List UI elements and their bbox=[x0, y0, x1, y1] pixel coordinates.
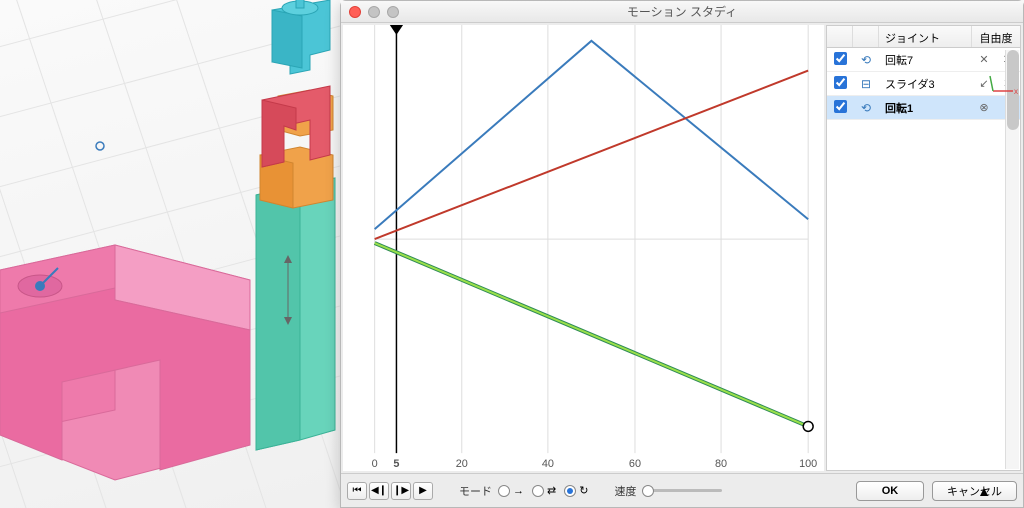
speed-label: 速度 bbox=[614, 483, 636, 499]
mode-label: モード bbox=[459, 483, 492, 499]
mode-loop[interactable]: ↻ bbox=[564, 484, 588, 497]
x-tick-label: 5 bbox=[393, 458, 399, 470]
cancel-button[interactable]: キャンセル bbox=[932, 481, 1017, 501]
x-tick-label: 20 bbox=[456, 458, 468, 470]
arrows-bidir-icon: ⇄ bbox=[547, 484, 556, 497]
graph-pane: 0 5 20 40 60 80 100 bbox=[343, 25, 824, 471]
dof-icon: ✕ bbox=[972, 53, 996, 66]
minimize-icon bbox=[368, 6, 380, 18]
viewport-3d[interactable] bbox=[0, 0, 340, 508]
x-tick-label: 0 bbox=[372, 458, 378, 470]
axis-indicator-icon: x bbox=[988, 66, 1018, 96]
step-back-button[interactable]: ◀❙ bbox=[369, 482, 389, 500]
joints-header-name: ジョイント bbox=[879, 26, 972, 47]
arrow-right-icon: → bbox=[513, 485, 524, 497]
joint-name: 回転7 bbox=[879, 52, 972, 68]
joint-name: スライダ3 bbox=[879, 76, 972, 92]
joints-panel: ジョイント 自由度 ⟲ 回転7 ✕ 1° ⊟ スライダ3 ↙ 1! ⟲ 回転1 bbox=[826, 25, 1021, 471]
motion-graph[interactable]: 0 5 20 40 60 80 100 bbox=[343, 25, 824, 471]
x-tick-label: 100 bbox=[799, 458, 817, 470]
speed-slider[interactable] bbox=[642, 484, 722, 498]
joint-visible-checkbox[interactable] bbox=[834, 52, 847, 65]
svg-text:x: x bbox=[1014, 87, 1018, 96]
x-tick-label: 40 bbox=[542, 458, 554, 470]
x-tick-label: 60 bbox=[629, 458, 641, 470]
rotate-joint-icon: ⟲ bbox=[853, 53, 879, 67]
joint-row[interactable]: ⟲ 回転1 ⊗ - bbox=[827, 96, 1020, 120]
dof-icon: ⊗ bbox=[972, 101, 996, 114]
radio-icon[interactable] bbox=[498, 485, 510, 497]
rotate-joint-icon: ⟲ bbox=[853, 101, 879, 115]
joints-header: ジョイント 自由度 bbox=[827, 26, 1020, 48]
ok-button[interactable]: OK bbox=[856, 481, 924, 501]
slider-joint-icon: ⊟ bbox=[853, 77, 879, 91]
loop-icon: ↻ bbox=[579, 484, 588, 497]
mode-once[interactable]: → bbox=[498, 485, 524, 497]
motion-study-dialog: モーション スタディ bbox=[340, 0, 1024, 508]
mode-pingpong[interactable]: ⇄ bbox=[532, 484, 556, 497]
maximize-icon bbox=[387, 6, 399, 18]
dialog-footer: ⏮ ◀❙ ❙▶ ▶ モード → ⇄ ↻ 速度 OK bbox=[341, 473, 1023, 507]
step-forward-button[interactable]: ❙▶ bbox=[391, 482, 411, 500]
dialog-title: モーション スタディ bbox=[341, 3, 1023, 20]
x-tick-label: 80 bbox=[715, 458, 727, 470]
joints-scrollbar[interactable] bbox=[1005, 50, 1019, 469]
rewind-start-button[interactable]: ⏮ bbox=[347, 482, 367, 500]
play-button[interactable]: ▶ bbox=[413, 482, 433, 500]
cursor-icon: ▲ bbox=[977, 483, 991, 499]
playback-controls: ⏮ ◀❙ ❙▶ ▶ bbox=[347, 482, 433, 500]
joint-visible-checkbox[interactable] bbox=[834, 76, 847, 89]
close-icon[interactable] bbox=[349, 6, 361, 18]
mode-controls: → ⇄ ↻ bbox=[498, 484, 588, 497]
radio-icon[interactable] bbox=[564, 485, 576, 497]
radio-icon[interactable] bbox=[532, 485, 544, 497]
joint-name: 回転1 bbox=[879, 100, 972, 116]
joint-visible-checkbox[interactable] bbox=[834, 100, 847, 113]
joints-header-dof: 自由度 bbox=[972, 26, 1020, 47]
dialog-titlebar[interactable]: モーション スタディ bbox=[341, 1, 1023, 23]
